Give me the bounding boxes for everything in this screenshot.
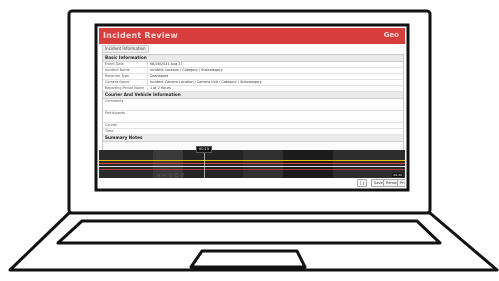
playback-controls[interactable]: ◁ ▷ ◻ ◻ ◻ xyxy=(157,173,185,177)
info-key: Incident Name xyxy=(103,68,148,73)
laptop-trackpad xyxy=(189,249,307,269)
participants-label: Participants xyxy=(105,111,125,115)
laptop-screen: Incident Review Geo Incident Information… xyxy=(99,28,405,187)
section-header-driver: Courier And Vehicle Information xyxy=(103,92,403,99)
info-key: Event Date xyxy=(103,62,148,67)
time-label: Time xyxy=(105,129,114,133)
timeline-segment xyxy=(183,150,243,178)
print-button[interactable]: Print xyxy=(397,179,405,187)
timeline-segment xyxy=(99,150,153,178)
playhead[interactable] xyxy=(204,150,205,178)
app-title: Incident Review xyxy=(103,31,178,40)
info-value: Dashboard xyxy=(150,74,169,78)
end-time-badge: 00:30 xyxy=(392,173,403,177)
footer-toolbar: [ ] Save Remove Print xyxy=(99,178,405,187)
app-header: Incident Review Geo xyxy=(99,28,405,44)
sensor-line-red xyxy=(99,169,405,170)
info-key: Recorder Type xyxy=(103,74,148,79)
info-value: 08/26/2021 Aug 27 xyxy=(150,62,183,66)
sensor-line-yellow xyxy=(99,160,405,161)
timeline-segment xyxy=(283,150,333,178)
info-key: Camera Name xyxy=(103,80,148,85)
brand-logo: Geo xyxy=(383,31,399,39)
comments-field[interactable]: Comments xyxy=(103,99,403,111)
info-value: 1 of 2 Hours xyxy=(150,86,171,90)
laptop-illustration: Incident Review Geo Incident Information… xyxy=(0,0,499,281)
timeline-segment xyxy=(243,150,283,178)
sensor-line-white xyxy=(99,166,405,167)
video-timeline[interactable]: 00:15 ◁ ▷ ◻ ◻ ◻ 00:30 xyxy=(99,146,405,178)
breadcrumb-tab[interactable]: Incident Information xyxy=(102,45,149,53)
courier-label: Courier xyxy=(105,123,118,127)
comments-label: Comments xyxy=(105,99,124,103)
sensor-line-red xyxy=(99,163,405,164)
section-header-notes: Summary Notes xyxy=(103,135,403,142)
current-time-badge: 00:15 xyxy=(196,146,213,153)
info-value: Incident Location / Category / Subcatego… xyxy=(150,68,223,72)
laptop-keyboard-area xyxy=(56,219,442,245)
info-value: Incident Camera Location / Camera Unit /… xyxy=(150,80,262,84)
participants-field[interactable]: Participants xyxy=(103,111,403,123)
info-key: Reporting Period Name xyxy=(103,86,148,91)
section-header-basic: Basic Information xyxy=(103,55,403,62)
expand-button[interactable]: [ ] xyxy=(357,179,367,187)
incident-details-panel: Basic Information Event Date 08/26/2021 … xyxy=(102,54,404,151)
